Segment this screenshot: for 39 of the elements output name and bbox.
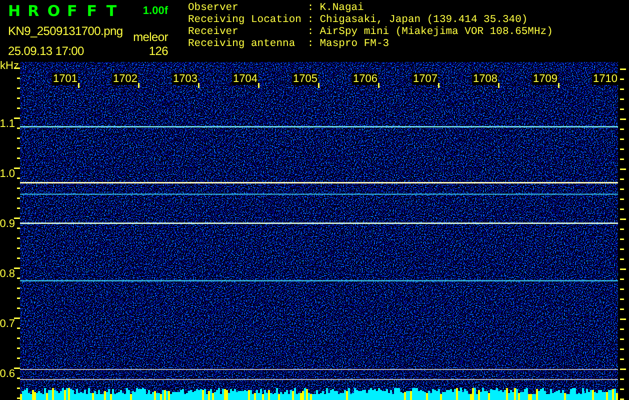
y-axis-label: 0.8 xyxy=(0,268,15,280)
timestamp: 25.09.13 17:00 xyxy=(8,44,85,58)
y-axis-label: 0.7 xyxy=(0,318,15,330)
file-name: KN9_2509131700.png xyxy=(8,24,124,38)
y-axis-label: 1.1 xyxy=(0,118,15,130)
app-title-letter: O xyxy=(47,2,62,22)
x-axis-label: 1701 xyxy=(52,73,78,85)
field-value: AirSpy mini (Miakejima VOR 108.65MHz) xyxy=(320,26,553,38)
field-label: Receiving Location xyxy=(188,14,302,26)
field-value: Maspro FM-3 xyxy=(320,38,390,50)
detection-count: 126 xyxy=(148,44,168,58)
field-value: K.Nagai xyxy=(320,2,365,14)
app-title-letter: R xyxy=(28,2,40,22)
x-axis-label: 1710 xyxy=(592,73,618,85)
field-label: Receiver xyxy=(188,26,240,38)
field-label: Receiving antenna xyxy=(188,38,296,50)
separator-colon: : xyxy=(307,38,314,50)
y-axis-label: 0.9 xyxy=(0,218,15,230)
y-axis-label: 1.0 xyxy=(0,168,15,180)
version-label: 1.00f xyxy=(142,4,168,18)
x-axis-label: 1703 xyxy=(172,73,198,85)
x-axis-label: 1702 xyxy=(112,73,138,85)
x-axis-label: 1704 xyxy=(232,73,258,85)
field-label: Observer xyxy=(188,2,240,14)
app-title-letter: H xyxy=(8,2,22,22)
app-title-letter: F xyxy=(67,2,78,22)
app-title-letter: T xyxy=(106,2,118,22)
x-axis-label: 1708 xyxy=(472,73,498,85)
separator-colon: : xyxy=(307,26,314,38)
field-value: Chigasaki, Japan (139.414 35.340) xyxy=(320,14,529,26)
detection-label: meleor xyxy=(133,30,168,44)
x-axis-label: 1709 xyxy=(532,73,558,85)
x-axis-label: 1705 xyxy=(292,73,318,85)
separator-colon: : xyxy=(307,14,314,26)
app-title-letter: F xyxy=(86,2,98,22)
x-axis-label: 1707 xyxy=(412,73,438,85)
separator-colon: : xyxy=(307,2,314,14)
x-axis-label: 1706 xyxy=(352,73,378,85)
y-axis-label: 0.6 xyxy=(0,368,15,380)
